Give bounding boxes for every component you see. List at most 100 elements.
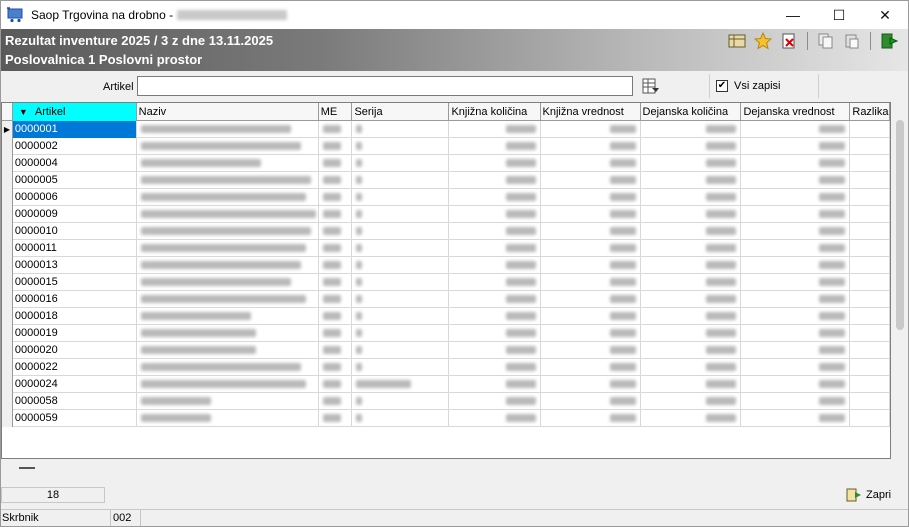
table-row[interactable]: 0000004 bbox=[2, 155, 890, 172]
cell-redacted[interactable] bbox=[741, 223, 851, 240]
cell-redacted[interactable] bbox=[641, 172, 742, 189]
vsi-zapisi-checkbox[interactable]: ✔ bbox=[716, 80, 728, 92]
cell-redacted[interactable] bbox=[641, 257, 742, 274]
cell-redacted[interactable] bbox=[641, 189, 742, 206]
table-row[interactable]: 0000020 bbox=[2, 342, 890, 359]
cell-redacted[interactable] bbox=[137, 240, 319, 257]
cell-redacted[interactable] bbox=[850, 359, 890, 376]
cell-redacted[interactable] bbox=[352, 240, 450, 257]
column-header-knjizna-vrednost[interactable]: Knjižna vrednost bbox=[541, 103, 641, 121]
cell-redacted[interactable] bbox=[352, 257, 450, 274]
cell-redacted[interactable] bbox=[541, 342, 641, 359]
table-row[interactable]: 0000011 bbox=[2, 240, 890, 257]
cell-redacted[interactable] bbox=[449, 291, 541, 308]
cell-redacted[interactable] bbox=[352, 155, 450, 172]
cell-redacted[interactable] bbox=[449, 138, 541, 155]
cell-redacted[interactable] bbox=[352, 342, 450, 359]
cell-redacted[interactable] bbox=[449, 359, 541, 376]
cell-redacted[interactable] bbox=[641, 376, 742, 393]
cell-redacted[interactable] bbox=[641, 121, 742, 138]
cell-redacted[interactable] bbox=[137, 223, 319, 240]
column-header-razlika[interactable]: Razlika bbox=[850, 103, 890, 121]
cell-redacted[interactable] bbox=[319, 274, 353, 291]
cell-artikel[interactable]: 0000002 bbox=[13, 138, 137, 155]
cell-redacted[interactable] bbox=[541, 206, 641, 223]
cell-redacted[interactable] bbox=[449, 206, 541, 223]
cell-redacted[interactable] bbox=[641, 223, 742, 240]
cell-redacted[interactable] bbox=[137, 393, 319, 410]
cell-redacted[interactable] bbox=[319, 155, 353, 172]
cell-redacted[interactable] bbox=[352, 291, 450, 308]
cell-redacted[interactable] bbox=[541, 393, 641, 410]
cell-redacted[interactable] bbox=[352, 206, 450, 223]
cell-redacted[interactable] bbox=[137, 325, 319, 342]
cell-redacted[interactable] bbox=[850, 308, 890, 325]
column-header-knjizna-kolicina[interactable]: Knjižna količina bbox=[449, 103, 541, 121]
cell-redacted[interactable] bbox=[449, 376, 541, 393]
cell-redacted[interactable] bbox=[449, 155, 541, 172]
cell-artikel[interactable]: 0000059 bbox=[13, 410, 137, 427]
cell-redacted[interactable] bbox=[741, 410, 851, 427]
cell-artikel[interactable]: 0000018 bbox=[13, 308, 137, 325]
cell-redacted[interactable] bbox=[352, 325, 450, 342]
table-row[interactable]: 0000018 bbox=[2, 308, 890, 325]
cell-redacted[interactable] bbox=[352, 172, 450, 189]
cell-redacted[interactable] bbox=[541, 189, 641, 206]
artikel-filter-input[interactable] bbox=[137, 76, 633, 96]
cell-redacted[interactable] bbox=[352, 138, 450, 155]
table-row[interactable]: 0000002 bbox=[2, 138, 890, 155]
cell-redacted[interactable] bbox=[741, 376, 851, 393]
cell-artikel[interactable]: 0000009 bbox=[13, 206, 137, 223]
column-header-dejanska-kolicina[interactable]: Dejanska količina bbox=[641, 103, 742, 121]
cell-redacted[interactable] bbox=[319, 138, 353, 155]
cell-redacted[interactable] bbox=[741, 155, 851, 172]
cell-redacted[interactable] bbox=[449, 342, 541, 359]
cell-redacted[interactable] bbox=[319, 240, 353, 257]
zapri-button[interactable]: Zapri bbox=[846, 486, 891, 504]
cell-redacted[interactable] bbox=[541, 240, 641, 257]
cell-redacted[interactable] bbox=[137, 291, 319, 308]
cell-redacted[interactable] bbox=[449, 257, 541, 274]
cell-artikel[interactable]: 0000001 bbox=[12, 121, 137, 138]
close-button[interactable]: ✕ bbox=[862, 1, 908, 29]
cell-redacted[interactable] bbox=[319, 223, 353, 240]
cell-redacted[interactable] bbox=[319, 257, 353, 274]
cell-artikel[interactable]: 0000010 bbox=[13, 223, 137, 240]
cell-artikel[interactable]: 0000013 bbox=[13, 257, 137, 274]
cell-redacted[interactable] bbox=[137, 410, 319, 427]
cell-redacted[interactable] bbox=[319, 308, 353, 325]
cell-redacted[interactable] bbox=[352, 223, 450, 240]
cell-redacted[interactable] bbox=[641, 138, 742, 155]
cell-redacted[interactable] bbox=[850, 189, 890, 206]
cell-redacted[interactable] bbox=[541, 308, 641, 325]
cell-artikel[interactable]: 0000005 bbox=[13, 172, 137, 189]
table-row[interactable]: 0000059 bbox=[2, 410, 890, 427]
column-header-serija[interactable]: Serija bbox=[352, 103, 450, 121]
cell-redacted[interactable] bbox=[541, 138, 641, 155]
table-row[interactable]: ▶ 0000001 bbox=[2, 121, 890, 138]
cell-redacted[interactable] bbox=[541, 410, 641, 427]
table-row[interactable]: 0000024 bbox=[2, 376, 890, 393]
cell-redacted[interactable] bbox=[741, 325, 851, 342]
table-row[interactable]: 0000015 bbox=[2, 274, 890, 291]
cell-redacted[interactable] bbox=[137, 274, 319, 291]
cell-redacted[interactable] bbox=[449, 240, 541, 257]
cell-artikel[interactable]: 0000006 bbox=[13, 189, 137, 206]
cell-redacted[interactable] bbox=[319, 189, 353, 206]
cell-redacted[interactable] bbox=[541, 359, 641, 376]
cell-redacted[interactable] bbox=[352, 274, 450, 291]
cell-redacted[interactable] bbox=[741, 308, 851, 325]
cell-redacted[interactable] bbox=[137, 376, 319, 393]
cell-redacted[interactable] bbox=[137, 189, 319, 206]
cell-redacted[interactable] bbox=[741, 342, 851, 359]
column-header-dejanska-vrednost[interactable]: Dejanska vrednost bbox=[741, 103, 851, 121]
table-row[interactable]: 0000019 bbox=[2, 325, 890, 342]
cell-redacted[interactable] bbox=[449, 189, 541, 206]
cell-artikel[interactable]: 0000022 bbox=[13, 359, 137, 376]
maximize-button[interactable]: ☐ bbox=[816, 1, 862, 29]
cell-redacted[interactable] bbox=[449, 172, 541, 189]
columns-icon[interactable] bbox=[726, 31, 748, 51]
cell-redacted[interactable] bbox=[352, 121, 450, 138]
cell-redacted[interactable] bbox=[541, 376, 641, 393]
cell-redacted[interactable] bbox=[137, 308, 319, 325]
